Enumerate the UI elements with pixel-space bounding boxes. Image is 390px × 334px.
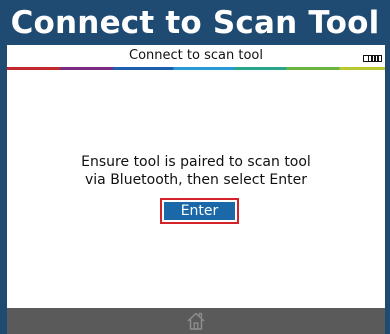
color-stripe-divider bbox=[7, 67, 385, 70]
footer-bar bbox=[7, 308, 385, 334]
instruction-line-1: Ensure tool is paired to scan tool bbox=[81, 154, 311, 170]
home-icon[interactable] bbox=[185, 310, 207, 332]
instruction-line-2: via Bluetooth, then select Enter bbox=[85, 172, 307, 188]
battery-icon bbox=[363, 54, 382, 63]
screen-titlebar: Connect to scan tool bbox=[7, 45, 385, 67]
header-banner: Connect to Scan Tool bbox=[0, 0, 390, 45]
enter-button[interactable]: Enter bbox=[160, 198, 239, 224]
instruction-message: Ensure tool is paired to scan tool via B… bbox=[7, 153, 385, 189]
banner-title: Connect to Scan Tool bbox=[10, 4, 380, 41]
screen-title: Connect to scan tool bbox=[129, 48, 263, 63]
device-screen: Connect to scan tool Ensure tool is pair… bbox=[7, 45, 385, 308]
device-frame: Connect to Scan Tool Connect to scan too… bbox=[0, 0, 390, 334]
enter-button-label: Enter bbox=[164, 202, 235, 220]
